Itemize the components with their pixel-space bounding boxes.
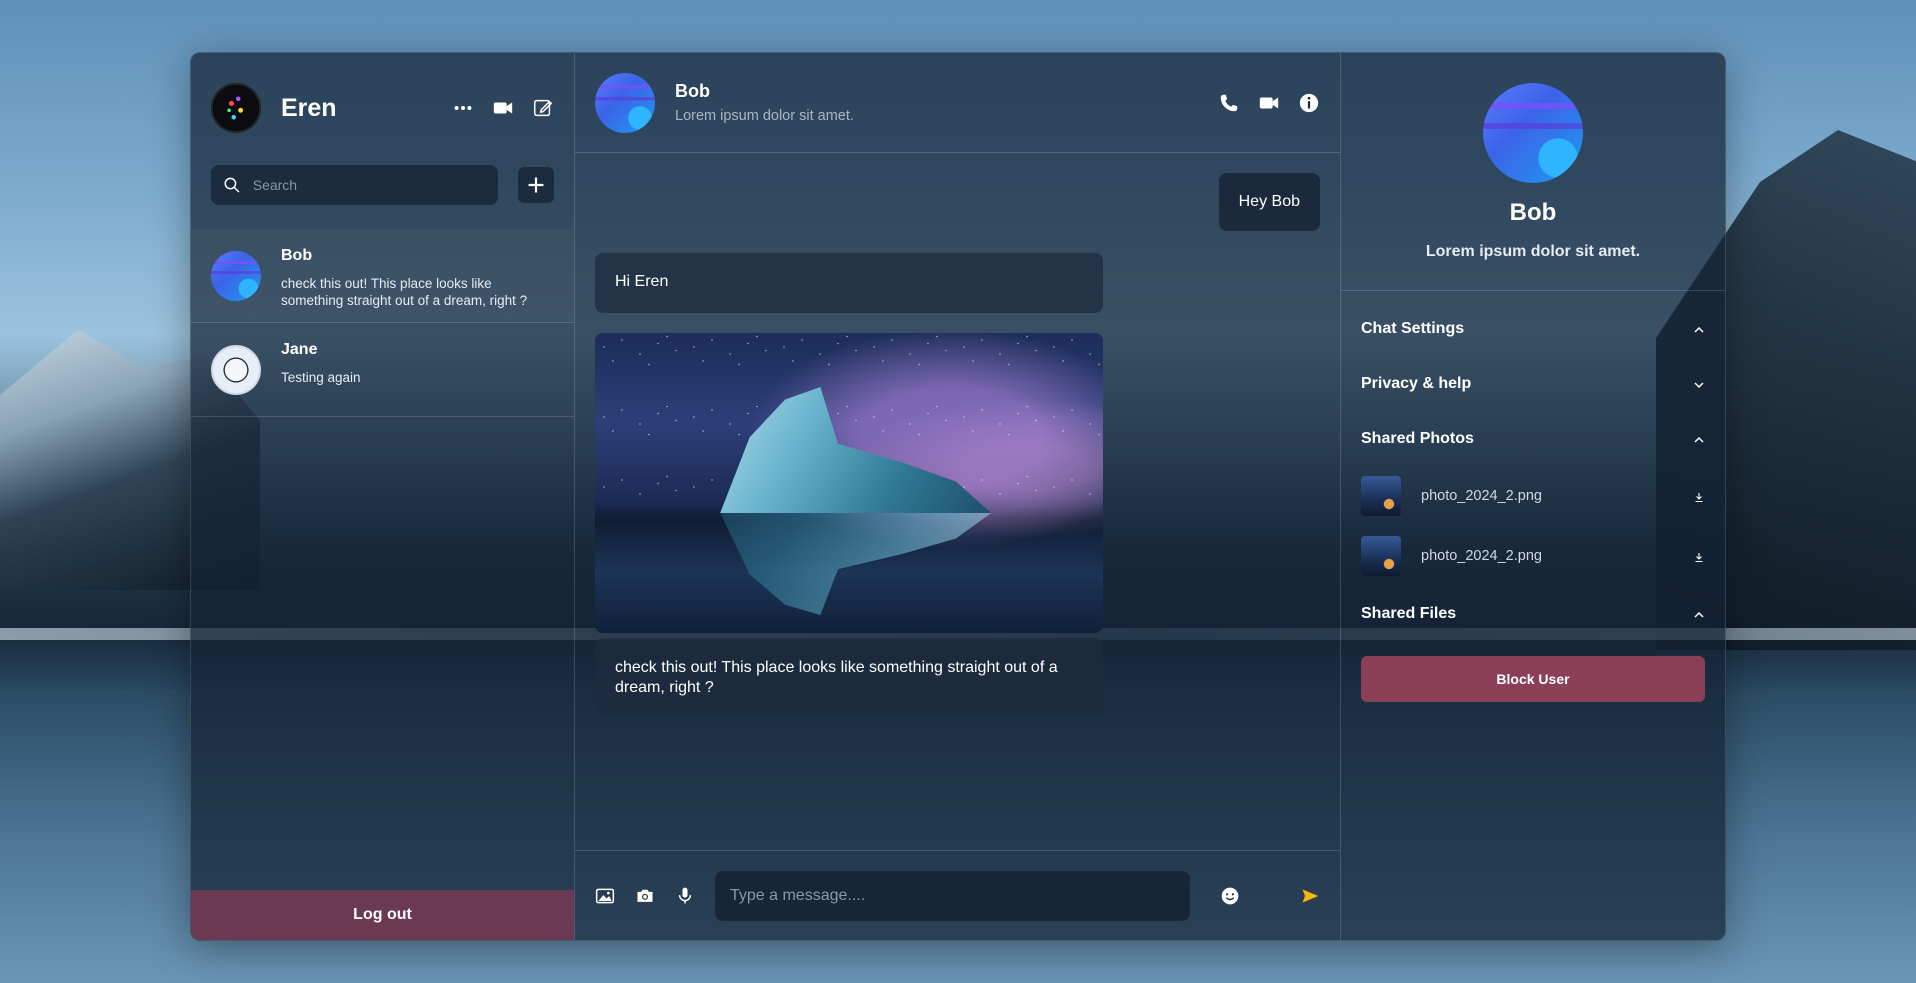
contact-profile-avatar [1483, 83, 1583, 183]
message-list: Hey Bob Hi Eren check this out! This pla… [575, 153, 1340, 850]
chat-item-last-message: check this out! This place looks like so… [281, 276, 528, 308]
chevron-up-icon [1693, 608, 1705, 620]
user-header: Eren [191, 53, 574, 143]
search-row [191, 143, 574, 205]
section-title: Shared Files [1361, 604, 1457, 622]
chat-header: Bob Lorem ipsum dolor sit amet. [575, 53, 1340, 153]
message-outgoing: Hey Bob [1218, 173, 1320, 231]
details-panel: Bob Lorem ipsum dolor sit amet. Chat Set… [1341, 53, 1725, 940]
image-icon[interactable] [595, 886, 615, 906]
more-icon[interactable] [452, 97, 474, 119]
download-icon[interactable] [1693, 550, 1705, 563]
avatar [211, 345, 261, 395]
message-input[interactable] [715, 870, 1190, 921]
info-icon[interactable] [1298, 92, 1320, 114]
contact-profile-name: Bob [1509, 199, 1557, 226]
chat-app-window: Eren Search Bob check this out! This pla… [190, 52, 1726, 941]
section-shared-files[interactable]: Shared Files [1361, 586, 1705, 641]
left-panel: Eren Search Bob check this out! This pla… [191, 53, 575, 940]
details-sections: Chat Settings Privacy & help Shared Phot… [1341, 291, 1725, 702]
search-box [211, 165, 498, 205]
search-input[interactable] [252, 177, 486, 193]
section-title: Privacy & help [1361, 374, 1472, 392]
avatar [211, 251, 261, 301]
section-title: Shared Photos [1361, 429, 1474, 447]
message-incoming: Hi Eren [595, 253, 1103, 313]
download-icon[interactable] [1693, 490, 1705, 503]
video-icon[interactable] [492, 97, 514, 119]
photo-thumbnail [1361, 476, 1401, 516]
chat-item-name: Jane [281, 341, 318, 358]
chevron-down-icon [1693, 378, 1705, 390]
message-incoming-caption: check this out! This place looks like so… [595, 638, 1103, 718]
user-avatar[interactable] [211, 83, 261, 133]
user-name: Eren [281, 93, 337, 122]
search-icon [223, 175, 241, 195]
message-composer [575, 850, 1340, 940]
contact-profile-status: Lorem ipsum dolor sit amet. [1425, 243, 1641, 260]
send-icon[interactable] [1300, 886, 1320, 906]
block-user-button[interactable]: Block User [1361, 656, 1705, 702]
chevron-up-icon [1693, 433, 1705, 445]
chat-item-jane[interactable]: Jane Testing again [191, 323, 574, 417]
photo-file-name: photo_2024_2.png [1421, 488, 1542, 504]
chat-panel: Bob Lorem ipsum dolor sit amet. Hey Bob … [575, 53, 1341, 940]
shared-photo-item[interactable]: photo_2024_2.png [1361, 526, 1705, 586]
logout-button[interactable]: Log out [191, 890, 574, 940]
photo-file-name: photo_2024_2.png [1421, 548, 1542, 564]
section-privacy-help[interactable]: Privacy & help [1361, 356, 1705, 411]
compose-icon[interactable] [532, 97, 554, 119]
photo-thumbnail [1361, 536, 1401, 576]
plus-icon [526, 175, 546, 195]
message-image[interactable] [595, 333, 1103, 633]
chat-item-name: Bob [281, 247, 313, 264]
chat-item-bob[interactable]: Bob check this out! This place looks lik… [191, 229, 574, 323]
contact-profile: Bob Lorem ipsum dolor sit amet. [1341, 53, 1725, 291]
iceberg-photo [595, 333, 1103, 633]
phone-icon[interactable] [1218, 92, 1240, 114]
contact-avatar[interactable] [595, 72, 655, 133]
chat-header-actions [1218, 92, 1320, 114]
chat-list: Bob check this out! This place looks lik… [191, 229, 574, 417]
contact-status: Lorem ipsum dolor sit amet. [675, 108, 854, 124]
shared-photo-item[interactable]: photo_2024_2.png [1361, 466, 1705, 526]
chat-item-last-message: Testing again [281, 370, 361, 385]
section-title: Chat Settings [1361, 319, 1465, 337]
chevron-up-icon [1693, 323, 1705, 335]
section-shared-photos[interactable]: Shared Photos [1361, 411, 1705, 466]
emoji-icon[interactable] [1220, 886, 1240, 906]
section-chat-settings[interactable]: Chat Settings [1361, 301, 1705, 356]
header-actions [452, 97, 554, 119]
microphone-icon[interactable] [675, 886, 695, 906]
add-chat-button[interactable] [518, 167, 554, 203]
camera-icon[interactable] [635, 886, 655, 906]
video-call-icon[interactable] [1258, 92, 1280, 114]
contact-name: Bob [675, 81, 710, 101]
